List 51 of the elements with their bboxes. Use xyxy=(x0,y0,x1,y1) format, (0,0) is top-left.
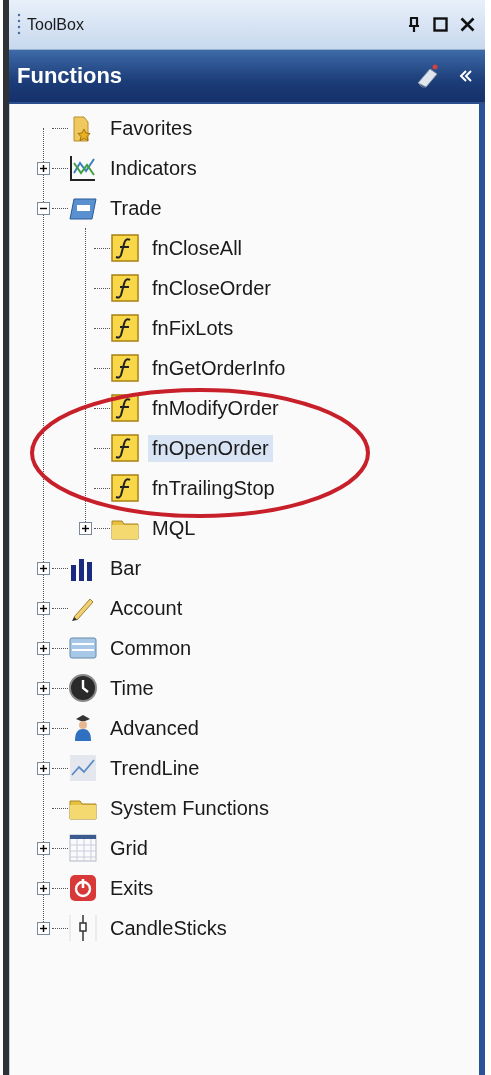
function-icon xyxy=(110,313,140,343)
tree-item[interactable]: fnCloseAll xyxy=(148,234,247,262)
tree-item[interactable]: fnCloseOrder xyxy=(148,274,275,302)
function-icon xyxy=(110,433,140,463)
function-icon xyxy=(110,273,140,303)
tree-item[interactable]: System Functions xyxy=(106,794,273,822)
tree-item[interactable]: Bar xyxy=(106,554,146,582)
expander-icon[interactable] xyxy=(37,761,50,775)
tree-item[interactable]: MQL xyxy=(148,514,200,542)
trend-chart-icon xyxy=(68,753,98,783)
function-icon xyxy=(110,233,140,263)
tree-item[interactable]: Time xyxy=(106,674,158,702)
expander-icon[interactable] xyxy=(79,521,92,535)
candlestick-icon xyxy=(68,913,98,943)
expander-icon[interactable] xyxy=(37,161,50,175)
pin-icon[interactable] xyxy=(407,16,421,33)
maximize-icon[interactable] xyxy=(433,17,448,32)
function-icon xyxy=(110,473,140,503)
tree-item[interactable]: Exits xyxy=(106,874,158,902)
tree-item[interactable]: CandleSticks xyxy=(106,914,231,942)
tree-item[interactable]: fnFixLots xyxy=(148,314,238,342)
expander-icon[interactable] xyxy=(37,601,50,615)
expander-icon[interactable] xyxy=(37,881,50,895)
tree-item[interactable]: Account xyxy=(106,594,187,622)
tree-item[interactable]: fnModifyOrder xyxy=(148,394,283,422)
window-title: ToolBox xyxy=(27,15,85,34)
tree-item[interactable]: fnGetOrderInfo xyxy=(148,354,290,382)
line-chart-icon xyxy=(68,153,98,183)
function-icon xyxy=(110,353,140,383)
panel-title: Functions xyxy=(17,63,124,89)
tree-item[interactable]: Grid xyxy=(106,834,152,862)
collapse-icon[interactable] xyxy=(459,69,473,83)
expander-icon[interactable] xyxy=(37,721,50,735)
tree-item[interactable]: TrendLine xyxy=(106,754,204,782)
tree-item[interactable]: Favorites xyxy=(106,114,197,142)
close-icon[interactable] xyxy=(460,17,475,32)
clock-icon xyxy=(68,673,98,703)
tree-item[interactable]: Advanced xyxy=(106,714,203,742)
tree-item[interactable]: fnTrailingStop xyxy=(148,474,279,502)
tree-item[interactable]: Indicators xyxy=(106,154,201,182)
expander-icon[interactable] xyxy=(37,561,50,575)
expander-icon[interactable] xyxy=(37,841,50,855)
tree-item[interactable]: fnOpenOrder xyxy=(148,434,273,462)
expander-icon[interactable] xyxy=(37,681,50,695)
tree-item[interactable]: Common xyxy=(106,634,196,662)
grid-icon xyxy=(68,833,98,863)
expander-icon[interactable] xyxy=(37,641,50,655)
power-icon xyxy=(68,873,98,903)
expander-icon[interactable] xyxy=(37,201,50,215)
tree-item[interactable]: Trade xyxy=(106,194,166,222)
expander-icon[interactable] xyxy=(37,921,50,935)
